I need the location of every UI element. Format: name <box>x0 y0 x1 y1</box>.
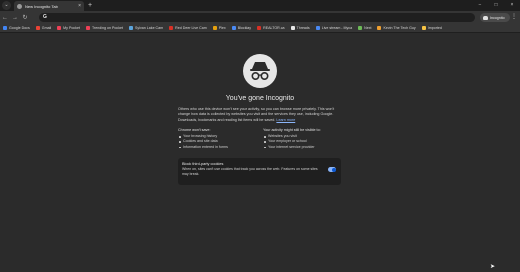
list-item: Information entered in forms <box>178 145 258 150</box>
back-button[interactable]: ← <box>0 15 10 21</box>
google-icon: G <box>43 14 47 20</box>
tab-search-button[interactable]: ⌄ <box>2 1 11 10</box>
profile-label: Incognito <box>490 15 505 20</box>
bookmark-item[interactable]: Blocklay <box>231 26 251 30</box>
third-party-cookies-card: Block third-party cookies When on, sites… <box>178 158 341 185</box>
incognito-description: Others who use this device won't see you… <box>178 107 335 122</box>
bookmark-favicon-icon <box>128 26 133 30</box>
bookmark-favicon-icon <box>57 26 62 30</box>
window-controls: − □ × <box>472 0 520 11</box>
cookies-description: When on, sites can't use cookies that tr… <box>182 167 318 176</box>
bookmark-item[interactable]: Live stream - Myca <box>315 26 352 30</box>
bookmark-favicon-icon <box>85 26 90 30</box>
mouse-cursor-icon: ➤ <box>490 264 496 270</box>
close-tab-icon[interactable]: × <box>78 3 81 9</box>
bookmark-item[interactable]: REALTOR.ca <box>257 26 285 30</box>
close-window-button[interactable]: × <box>504 3 520 8</box>
incognito-tab-icon <box>17 3 22 9</box>
bookmark-item[interactable]: Red Deer Live Cam <box>169 26 207 30</box>
forward-button[interactable]: → <box>10 15 20 21</box>
address-input[interactable] <box>49 15 475 20</box>
folder-icon <box>421 26 426 30</box>
might-see-list: Your activity might still be visible to:… <box>263 128 343 150</box>
bookmark-favicon-icon <box>358 26 363 30</box>
toolbar: ← → ↻ G Incognito ⋮ <box>0 11 520 24</box>
bookmarks-bar: Google Docs Gmail My Pocket Trending on … <box>0 24 520 33</box>
bookmark-favicon-icon <box>3 26 7 30</box>
wont-save-list: Chrome won't save: Your browsing history… <box>178 128 258 150</box>
menu-icon[interactable]: ⋮ <box>511 14 517 20</box>
incognito-icon <box>483 15 488 20</box>
new-tab-button[interactable]: + <box>88 2 92 9</box>
page-title: You've gone Incognito <box>225 95 295 102</box>
incognito-icon <box>250 62 270 80</box>
incognito-hero <box>243 54 277 88</box>
bookmark-item[interactable]: My Pocket <box>57 26 80 30</box>
cookies-title: Block third-party cookies <box>182 162 224 166</box>
bookmark-favicon-icon <box>257 26 262 30</box>
bookmark-item[interactable]: Gmail <box>35 26 51 30</box>
bookmark-item[interactable]: Kevin The Tech Guy <box>377 26 416 30</box>
tab-strip: ⌄ New Incognito Tab × + − □ × <box>0 0 520 11</box>
incognito-page: You've gone Incognito Others who use thi… <box>0 34 520 272</box>
tab-new-incognito[interactable]: New Incognito Tab × <box>14 1 84 11</box>
tab-title: New Incognito Tab <box>25 3 58 9</box>
bookmark-item[interactable]: Threads <box>290 26 310 30</box>
bookmark-item[interactable]: Sylvan Lake Cam <box>128 26 163 30</box>
block-cookies-toggle[interactable] <box>328 167 336 172</box>
bookmark-item[interactable]: Next <box>358 26 371 30</box>
bookmark-favicon-icon <box>315 26 320 30</box>
incognito-profile-button[interactable]: Incognito <box>480 13 510 22</box>
wont-save-heading: Chrome won't save: <box>178 128 211 132</box>
maximize-button[interactable]: □ <box>488 3 504 8</box>
bookmark-favicon-icon <box>290 26 295 30</box>
learn-more-link[interactable]: Learn more <box>276 118 295 122</box>
bookmark-favicon-icon <box>377 26 382 30</box>
bookmark-favicon-icon <box>231 26 236 30</box>
bookmark-favicon-icon <box>212 26 217 30</box>
toggle-knob <box>331 167 336 172</box>
chevron-down-icon: ⌄ <box>4 2 9 8</box>
bookmark-item[interactable]: Trending on Pocket <box>85 26 123 30</box>
reload-button[interactable]: ↻ <box>20 15 30 21</box>
bookmark-folder-imported[interactable]: Imported <box>421 26 442 30</box>
bookmark-item[interactable]: Plex <box>212 26 226 30</box>
bookmark-favicon-icon <box>169 26 174 30</box>
bookmark-favicon-icon <box>35 26 40 30</box>
address-bar[interactable]: G <box>39 13 475 22</box>
list-item: Your internet service provider <box>263 145 343 150</box>
bookmark-item[interactable]: Google Docs <box>3 26 30 30</box>
minimize-button[interactable]: − <box>472 3 488 8</box>
might-see-heading: Your activity might still be visible to: <box>263 128 321 132</box>
